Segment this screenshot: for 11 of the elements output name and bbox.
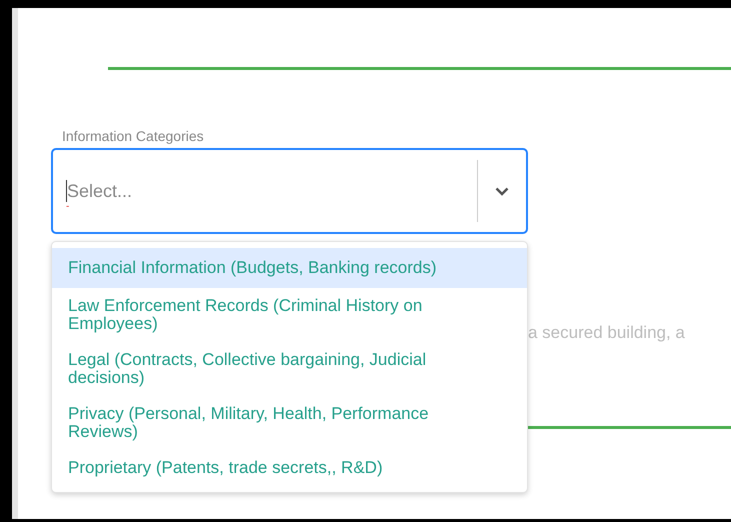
dropdown-option[interactable]: Privacy (Personal, Military, Health, Performance Reviews) (52, 396, 527, 450)
field-label: Information Categories (62, 128, 204, 144)
dropdown-option[interactable]: Legal (Contracts, Collective bargaining, Judicial decisions) (52, 342, 527, 396)
chevron-down-icon[interactable] (495, 186, 509, 196)
dropdown-option[interactable]: Proprietary (Patents, trade secrets,, R&D) (52, 450, 527, 486)
background-text: a secured building, a (528, 322, 685, 344)
dropdown-option[interactable]: Financial Information (Budgets, Banking records) (52, 248, 527, 288)
error-mark: - (66, 202, 70, 212)
dropdown-option[interactable]: Law Enforcement Records (Criminal History on Employees) (52, 288, 527, 342)
select-field[interactable]: Select... - (51, 148, 528, 234)
placeholder-text: Select... (67, 180, 132, 202)
